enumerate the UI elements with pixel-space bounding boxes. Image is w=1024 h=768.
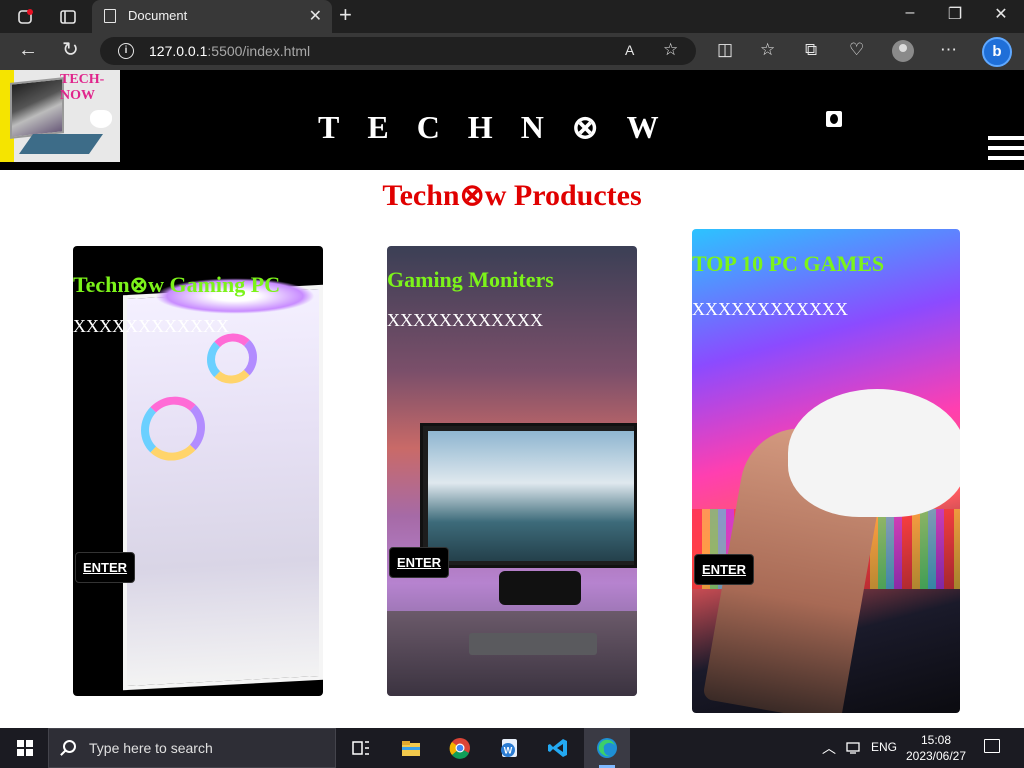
logo-keyboard bbox=[18, 134, 104, 154]
taskbar-vscode[interactable] bbox=[535, 728, 581, 768]
pc-fan bbox=[141, 394, 205, 463]
show-hidden-icons-chevron-icon[interactable]: ︿ bbox=[822, 738, 836, 758]
tab-actions-icon[interactable] bbox=[58, 7, 78, 27]
card-title: TOP 10 PC GAMES bbox=[692, 251, 885, 276]
new-tab-button[interactable]: + bbox=[339, 4, 352, 26]
add-favorite-icon[interactable]: ☆ bbox=[663, 40, 678, 60]
taskbar-word[interactable]: W bbox=[486, 728, 532, 768]
product-card-gaming-monitors: Gaming Moniters XXXXXXXXXXXX ENTER bbox=[387, 246, 637, 696]
controller-image bbox=[788, 389, 960, 517]
theme-toggle-icon[interactable] bbox=[826, 111, 842, 127]
card-title: Techn⊗w Gaming PC bbox=[73, 272, 281, 297]
read-aloud-icon[interactable]: A bbox=[625, 42, 634, 58]
file-explorer-icon bbox=[402, 741, 420, 756]
taskbar-file-explorer[interactable] bbox=[388, 728, 434, 768]
card-text: XXXXXXXXXXXX bbox=[387, 310, 543, 330]
gaming-pc-image bbox=[123, 284, 323, 691]
vscode-icon bbox=[548, 739, 567, 757]
search-placeholder: Type here to search bbox=[89, 740, 213, 756]
language-indicator[interactable]: ENG bbox=[871, 740, 897, 754]
refresh-button[interactable]: ↻ bbox=[62, 40, 79, 60]
windows-taskbar: Type here to search W ︿ ENG 15:08 2023/0… bbox=[0, 728, 1024, 768]
more-options-icon[interactable]: ⋯ bbox=[940, 40, 957, 60]
notifications-icon[interactable] bbox=[984, 739, 1000, 753]
word-icon: W bbox=[501, 739, 517, 757]
pc-fan bbox=[207, 332, 257, 385]
tab-close-button[interactable]: ✕ bbox=[309, 6, 322, 26]
svg-text:W: W bbox=[504, 746, 513, 756]
windows-start-icon[interactable] bbox=[17, 740, 33, 756]
monitor-image bbox=[420, 423, 637, 568]
monitor-stand bbox=[499, 571, 581, 605]
url-path: :5500/index.html bbox=[207, 43, 311, 59]
card-title: Gaming Moniters bbox=[387, 267, 554, 292]
logo-gamepad bbox=[90, 110, 112, 128]
web-page: TECH-NOW TECHN⊗W Techn⊗w Productes Techn… bbox=[0, 70, 1024, 728]
tab-document[interactable]: Document ✕ bbox=[92, 0, 332, 33]
minimize-button[interactable]: – bbox=[887, 4, 933, 22]
keyboard-image bbox=[469, 633, 597, 655]
monitor-screen bbox=[428, 431, 634, 561]
site-logo[interactable]: TECH-NOW bbox=[0, 70, 120, 162]
url-host: 127.0.0.1 bbox=[149, 43, 208, 59]
edge-icon bbox=[597, 738, 617, 758]
logo-text: TECH-NOW bbox=[60, 72, 105, 103]
taskbar-search-box[interactable]: Type here to search bbox=[48, 728, 336, 768]
task-view-icon bbox=[352, 741, 369, 755]
profile-avatar[interactable] bbox=[892, 40, 914, 62]
close-window-button[interactable]: ✕ bbox=[978, 4, 1024, 24]
clock-date: 2023/06/27 bbox=[905, 749, 967, 763]
menu-hamburger-icon[interactable] bbox=[988, 136, 1024, 166]
browser-title-bar: Document ✕ + – ❐ ✕ bbox=[0, 0, 1024, 33]
browser-essentials-icon[interactable]: ♡ bbox=[849, 40, 864, 60]
network-icon[interactable] bbox=[846, 741, 862, 755]
browser-toolbar: ← ↻ i 127.0.0.1:5500/index.html A ☆ ◫ ☆ … bbox=[0, 33, 1024, 70]
split-screen-icon[interactable]: ◫ bbox=[717, 40, 733, 60]
taskbar-edge[interactable] bbox=[584, 728, 630, 768]
products-heading: Techn⊗w Productes bbox=[382, 179, 642, 212]
card-text: XXXXXXXXXXXX bbox=[692, 299, 848, 319]
tab-title: Document bbox=[128, 8, 188, 23]
favorites-icon[interactable]: ☆ bbox=[760, 40, 775, 60]
clock-time: 15:08 bbox=[920, 733, 952, 747]
task-view-button[interactable] bbox=[338, 728, 384, 768]
site-header: TECH-NOW TECHN⊗W bbox=[0, 70, 1024, 170]
logo-laptop bbox=[10, 77, 64, 139]
chrome-icon bbox=[449, 738, 470, 759]
workspaces-icon[interactable] bbox=[16, 7, 36, 27]
enter-button[interactable]: ENTER bbox=[75, 552, 136, 583]
enter-button[interactable]: ENTER bbox=[694, 554, 755, 585]
document-icon bbox=[104, 9, 116, 23]
site-title: TECHN⊗W bbox=[318, 109, 687, 145]
site-info-icon[interactable]: i bbox=[118, 43, 134, 59]
restore-button[interactable]: ❐ bbox=[932, 4, 978, 24]
address-bar[interactable]: i 127.0.0.1:5500/index.html A ☆ bbox=[100, 37, 696, 65]
search-icon bbox=[63, 740, 76, 753]
collections-icon[interactable]: ⧉ bbox=[805, 40, 817, 60]
bing-copilot-icon[interactable]: b bbox=[982, 37, 1012, 67]
back-button[interactable]: ← bbox=[18, 40, 38, 60]
product-card-gaming-pc: Techn⊗w Gaming PC XXXXXXXXXXXX ENTER bbox=[73, 246, 323, 696]
system-clock[interactable]: 15:08 2023/06/27 bbox=[904, 732, 968, 764]
taskbar-chrome[interactable] bbox=[437, 728, 483, 768]
url-text: 127.0.0.1:5500/index.html bbox=[149, 43, 310, 59]
product-card-top-10-games: TOP 10 PC GAMES XXXXXXXXXXXX ENTER bbox=[692, 229, 960, 713]
enter-button[interactable]: ENTER bbox=[389, 547, 450, 578]
card-text: XXXXXXXXXXXX bbox=[73, 316, 229, 336]
